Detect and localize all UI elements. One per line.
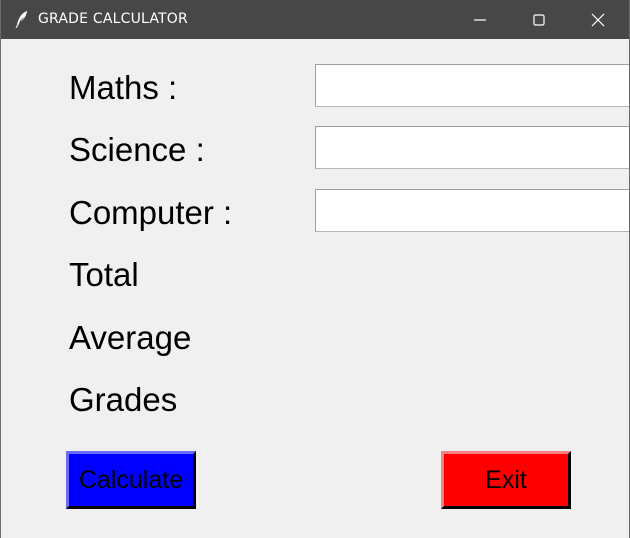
total-label: Total [69, 256, 139, 293]
feather-icon [15, 10, 29, 29]
average-label: Average [69, 319, 192, 356]
grades-label: Grades [69, 381, 178, 418]
window-title: GRADE CALCULATOR [38, 11, 188, 27]
minimize-icon [474, 19, 486, 21]
maths-input[interactable] [315, 64, 629, 107]
exit-button[interactable]: Exit [441, 451, 571, 509]
science-input[interactable] [315, 126, 629, 169]
exit-button-label: Exit [485, 465, 527, 494]
maths-label: Maths : [69, 69, 178, 106]
maximize-button[interactable] [510, 0, 568, 39]
close-button[interactable] [569, 0, 627, 39]
science-label: Science : [69, 131, 205, 168]
calculate-button-label: Calculate [78, 465, 184, 494]
computer-label: Computer : [69, 194, 233, 231]
app-window: GRADE CALCULATOR Maths : Science : Compu… [0, 0, 630, 538]
maximize-icon [533, 14, 545, 26]
title-bar[interactable]: GRADE CALCULATOR [1, 0, 629, 39]
close-icon [591, 13, 605, 27]
calculate-button[interactable]: Calculate [66, 451, 196, 509]
minimize-button[interactable] [451, 0, 509, 39]
computer-input[interactable] [315, 189, 629, 232]
